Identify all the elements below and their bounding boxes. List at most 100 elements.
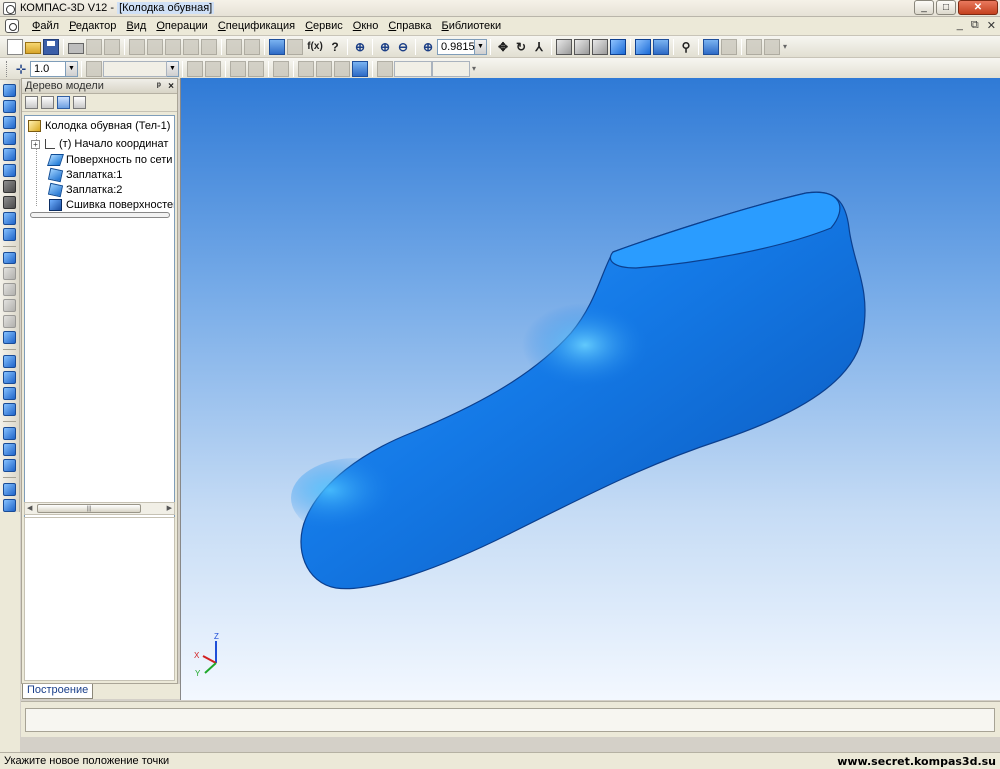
polyline-icon[interactable] — [3, 147, 16, 161]
extrude-icon[interactable] — [3, 84, 16, 97]
selection-icon[interactable] — [3, 195, 16, 209]
scroll-right-arrow[interactable]: ▶ — [167, 504, 172, 512]
tree-inline-scrollbar[interactable] — [30, 212, 170, 218]
close-button[interactable]: ✕ — [958, 0, 998, 15]
tree-horizontal-scrollbar[interactable]: ◀ ||| ▶ — [24, 502, 175, 515]
spline-icon[interactable] — [3, 99, 16, 113]
pan-icon[interactable]: ✥ — [495, 39, 511, 55]
maximize-button[interactable]: □ — [936, 0, 956, 15]
manager-icon[interactable] — [269, 38, 285, 55]
bindings-icon[interactable] — [352, 60, 368, 77]
menu-help[interactable]: Справка — [383, 17, 436, 36]
coordinates-icon[interactable] — [377, 60, 393, 77]
zoom-in-icon[interactable]: ⊕ — [377, 39, 393, 55]
print-setup-icon[interactable] — [104, 38, 120, 55]
section-icon[interactable] — [746, 38, 762, 55]
axis-tool-icon[interactable] — [3, 443, 16, 456]
zoom-out-icon[interactable]: ⊖ — [395, 39, 411, 55]
minimize-button[interactable]: _ — [914, 0, 934, 15]
new-document-icon[interactable] — [7, 38, 23, 55]
scroll-left-arrow[interactable]: ◀ — [27, 504, 32, 512]
disabled-tool-icon[interactable] — [3, 267, 16, 281]
thin-hidden-lines-icon[interactable] — [592, 38, 608, 55]
variables-icon[interactable] — [287, 38, 303, 55]
zoom-window-icon[interactable]: ⊕ — [352, 39, 368, 55]
coord-x-field[interactable] — [394, 60, 432, 77]
tree-item-surface-net[interactable]: Поверхность по сети точек — [47, 152, 174, 167]
cut-icon[interactable] — [129, 38, 145, 55]
menu-specification[interactable]: Спецификация — [213, 17, 300, 36]
tree-structure-icon[interactable] — [41, 96, 54, 109]
disabled-tool-icon[interactable] — [3, 315, 16, 329]
measure-tool-icon[interactable] — [3, 179, 16, 193]
step-cursor-icon[interactable]: ⊹ — [13, 61, 29, 77]
ortho-icon[interactable] — [273, 60, 289, 77]
check-tool-icon[interactable] — [3, 482, 16, 496]
orientation-icon[interactable]: ⅄ — [531, 39, 547, 55]
menu-view[interactable]: Вид — [121, 17, 151, 36]
stitch-tool-icon[interactable] — [3, 371, 16, 385]
menu-edit[interactable]: Редактор — [64, 17, 121, 36]
model-viewport[interactable]: Z X Y — [180, 78, 1000, 700]
step-dropdown-arrow[interactable]: ▼ — [66, 60, 78, 77]
filter-icon[interactable]: ⚲ — [678, 39, 694, 55]
surface-icon[interactable] — [3, 115, 16, 129]
control-point-icon[interactable] — [3, 458, 16, 472]
properties-field[interactable] — [25, 708, 995, 732]
axes-icon[interactable] — [334, 60, 350, 77]
open-folder-icon[interactable] — [25, 41, 41, 54]
paste-icon[interactable] — [165, 38, 181, 55]
tree-item-stitch[interactable]: Сшивка поверхностей:1 — [49, 197, 174, 212]
print-preview-icon[interactable] — [86, 38, 102, 55]
disabled-tool-icon[interactable] — [3, 299, 16, 313]
toolbar-grip[interactable] — [6, 60, 9, 77]
wireframe-icon[interactable] — [556, 38, 572, 55]
diagnostics-icon[interactable] — [3, 498, 16, 512]
trim-surface-icon[interactable] — [3, 403, 16, 417]
local-cs-icon[interactable] — [187, 60, 203, 77]
format-painter-icon[interactable] — [183, 38, 199, 55]
zoom-dropdown-arrow[interactable]: ▼ — [475, 38, 487, 55]
tree-item-patch-1[interactable]: Заплатка:1 — [47, 167, 122, 182]
layer-dropdown-arrow[interactable]: ▼ — [167, 60, 179, 77]
tree-settings-icon[interactable] — [73, 96, 86, 109]
surface-ops-icon[interactable] — [3, 331, 16, 345]
extend-surface-icon[interactable] — [3, 387, 16, 401]
hidden-lines-icon[interactable] — [574, 38, 590, 55]
step-input[interactable]: 1.0 — [30, 60, 66, 77]
properties-icon[interactable] — [201, 38, 217, 55]
undo-icon[interactable] — [226, 38, 242, 55]
edit-part-icon[interactable] — [3, 251, 16, 265]
doc-minimize-button[interactable]: _ — [957, 19, 963, 32]
tab-build[interactable]: Построение — [22, 684, 94, 699]
print-icon[interactable] — [68, 42, 84, 54]
scroll-thumb[interactable]: ||| — [37, 504, 141, 513]
save-icon[interactable] — [43, 38, 59, 55]
help-pointer-button[interactable]: ? — [327, 39, 343, 55]
menu-libraries[interactable]: Библиотеки — [437, 17, 507, 36]
measure-icon[interactable] — [764, 38, 780, 55]
tree-order-icon[interactable] — [25, 96, 38, 109]
point-icon[interactable] — [3, 163, 16, 177]
tree-filter-icon[interactable] — [57, 96, 70, 109]
zoom-scale-icon[interactable]: ⊕ — [420, 39, 436, 55]
toolbar-overflow-icon[interactable]: ▾ — [472, 64, 476, 73]
copy-icon[interactable] — [147, 38, 163, 55]
zoom-scale-input[interactable]: 0.9815 — [437, 38, 475, 55]
snap-icon[interactable] — [316, 60, 332, 77]
curve-icon[interactable] — [3, 131, 16, 145]
menu-window[interactable]: Окно — [348, 17, 384, 36]
check-icon[interactable] — [703, 38, 719, 55]
layer-field[interactable] — [103, 60, 167, 77]
library-icon[interactable] — [721, 38, 737, 55]
edit-sketch-icon[interactable] — [248, 60, 264, 77]
plane-tool-icon[interactable] — [3, 427, 16, 441]
redo-icon[interactable] — [244, 38, 260, 55]
shaded-edges-icon[interactable] — [635, 38, 651, 55]
spec-icon[interactable] — [3, 211, 16, 225]
grid-icon[interactable] — [298, 60, 314, 77]
plane-icon[interactable] — [205, 60, 221, 77]
shaded-icon[interactable] — [610, 38, 626, 55]
doc-close-button[interactable]: ✕ — [987, 19, 996, 32]
patch-tool-icon[interactable] — [3, 355, 16, 369]
